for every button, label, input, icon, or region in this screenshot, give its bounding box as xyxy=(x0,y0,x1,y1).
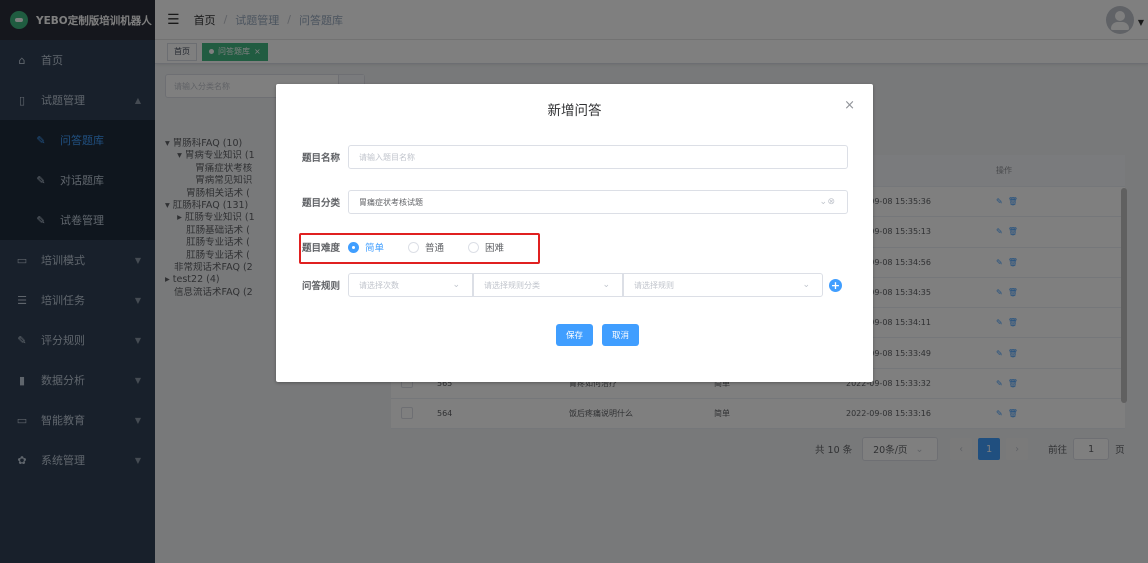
select-placeholder: 请选择次数 xyxy=(359,280,399,290)
chevron-down-icon: ⌄ xyxy=(602,280,610,290)
category-select[interactable]: 胃痛症状考核试题 ⌄ ⊗ xyxy=(348,190,848,214)
name-label: 题目名称 xyxy=(301,153,340,164)
save-button[interactable]: 保存 xyxy=(556,324,594,346)
form-row-category: 题目分类 胃痛症状考核试题 ⌄ ⊗ xyxy=(276,189,848,215)
rule-select[interactable]: 请选择规则 ⌄ xyxy=(623,273,823,297)
category-value: 胃痛症状考核试题 xyxy=(359,197,423,207)
question-name-input[interactable]: 请输入题目名称 xyxy=(348,145,848,169)
times-select[interactable]: 请选择次数 ⌄ xyxy=(348,273,473,297)
dialog-title: 新增问答 xyxy=(547,103,602,119)
select-placeholder: 请选择规则分类 xyxy=(484,280,540,290)
form-row-name: 题目名称 请输入题目名称 xyxy=(276,144,848,170)
rule-label: 问答规则 xyxy=(301,281,340,292)
chevron-down-icon: ⌄ xyxy=(452,280,460,290)
difficulty-highlight-box xyxy=(299,233,540,264)
clear-icon[interactable]: ⊗ xyxy=(827,197,835,207)
rule-category-select[interactable]: 请选择规则分类 ⌄ xyxy=(473,273,623,297)
form-row-rules: 问答规则 请选择次数 ⌄ 请选择规则分类 ⌄ 请选择规则 ⌄ + xyxy=(276,272,842,298)
add-rule-icon[interactable]: + xyxy=(829,278,842,292)
chevron-down-icon: ⌄ xyxy=(802,280,810,290)
chevron-down-icon: ⌄ xyxy=(819,197,827,207)
cancel-button[interactable]: 取消 xyxy=(602,324,640,346)
category-label: 题目分类 xyxy=(301,198,340,209)
dialog-actions: 保存 取消 xyxy=(556,322,640,348)
select-placeholder: 请选择规则 xyxy=(634,280,674,290)
close-icon[interactable]: × xyxy=(844,98,855,113)
